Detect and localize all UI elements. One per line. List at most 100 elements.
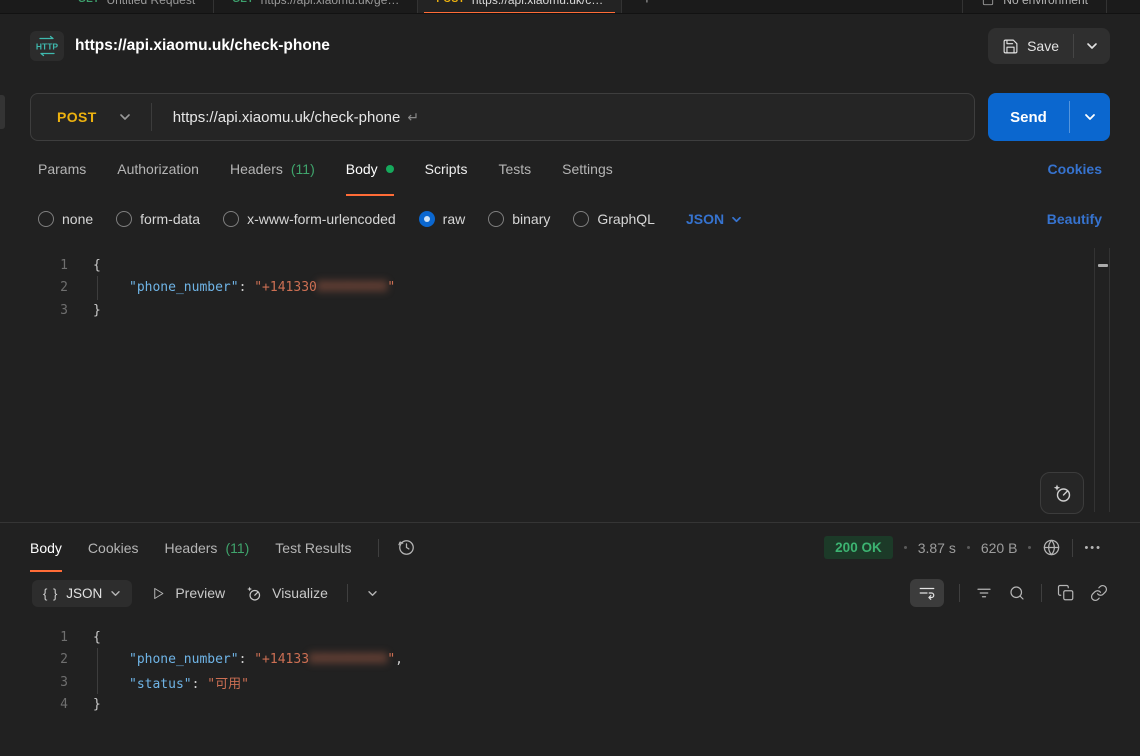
- code-line: 2 "phone_number": "+141330888888888": [0, 277, 1140, 300]
- indent-guide: [97, 670, 98, 694]
- code-line: 4 }: [0, 694, 1140, 717]
- line-number: 1: [0, 258, 68, 273]
- response-size[interactable]: 620 B: [981, 540, 1018, 556]
- response-format-value: JSON: [66, 586, 102, 601]
- code-line: 1 {: [0, 626, 1140, 649]
- json-key: "status": [129, 677, 192, 692]
- body-mode-row: none form-data x-www-form-urlencoded raw…: [0, 196, 1140, 242]
- network-info-button[interactable]: [1042, 538, 1061, 557]
- language-select[interactable]: JSON: [686, 211, 742, 227]
- visualize-options-button[interactable]: [367, 590, 378, 597]
- redacted-phone-digits: 8888888888: [309, 652, 387, 667]
- radio-none[interactable]: none: [38, 211, 93, 227]
- tab-settings[interactable]: Settings: [562, 141, 613, 196]
- response-tab-cookies[interactable]: Cookies: [88, 523, 139, 572]
- search-icon: [1008, 584, 1026, 602]
- send-button[interactable]: Send: [988, 93, 1069, 141]
- status-badge[interactable]: 200 OK: [824, 536, 893, 559]
- tab-params[interactable]: Params: [38, 141, 86, 196]
- method-badge: GET: [78, 0, 99, 5]
- code-line: 3 }: [0, 299, 1140, 322]
- search-button[interactable]: [1008, 584, 1026, 602]
- headers-count: (11): [291, 161, 315, 177]
- radio-graphql[interactable]: GraphQL: [573, 211, 655, 227]
- radio-circle: [116, 211, 132, 227]
- response-history-button[interactable]: [397, 538, 416, 557]
- chevron-down-icon: [119, 113, 131, 121]
- history-clock-icon: [397, 538, 416, 557]
- tab-tests[interactable]: Tests: [498, 141, 531, 196]
- request-tabs: Params Authorization Headers(11) Body Sc…: [0, 141, 1140, 196]
- response-tab-body[interactable]: Body: [30, 523, 62, 572]
- request-tab-3-active[interactable]: POST https://api.xiaomu.uk/c…: [418, 0, 622, 14]
- response-more-actions-button[interactable]: •••: [1084, 542, 1102, 554]
- url-input[interactable]: https://api.xiaomu.uk/check-phone↵: [152, 109, 419, 126]
- url-bar: POST https://api.xiaomu.uk/check-phone↵: [30, 93, 975, 141]
- editor-scrollbar[interactable]: [1094, 248, 1110, 512]
- preview-button[interactable]: Preview: [151, 585, 225, 601]
- request-tab-label: Untitled Request: [106, 0, 195, 7]
- send-options-button[interactable]: [1070, 93, 1110, 141]
- indent-guide: [97, 276, 98, 300]
- request-tab-label: https://api.xiaomu.uk/ge…: [261, 0, 400, 7]
- response-toolbar: { } JSON Preview Visualize: [0, 572, 1140, 614]
- request-tab-label: https://api.xiaomu.uk/c…: [472, 0, 603, 7]
- radio-circle: [573, 211, 589, 227]
- link-button[interactable]: [1090, 584, 1108, 602]
- tab-authorization[interactable]: Authorization: [117, 141, 199, 196]
- body-modified-dot: [386, 165, 394, 173]
- environment-box-icon: [981, 0, 995, 7]
- scrollbar-thumb[interactable]: [1098, 264, 1108, 267]
- wrap-text-icon: [918, 584, 936, 602]
- response-body-editor[interactable]: 1 { 2 "phone_number": "+141338888888888"…: [0, 614, 1140, 716]
- save-options-button[interactable]: [1074, 28, 1110, 64]
- braces-icon: { }: [43, 586, 58, 601]
- environment-selector[interactable]: No environment: [963, 0, 1106, 7]
- radio-circle: [419, 211, 435, 227]
- app-window: GET Untitled Request GET https://api.xia…: [0, 0, 1140, 756]
- sidebar-drag-handle[interactable]: [0, 95, 5, 129]
- line-number: 2: [0, 280, 68, 295]
- wrap-text-button-active[interactable]: [910, 579, 944, 607]
- cookies-link[interactable]: Cookies: [1048, 161, 1102, 177]
- save-button-group: Save: [988, 28, 1110, 64]
- save-button[interactable]: Save: [988, 28, 1073, 64]
- response-tab-headers[interactable]: Headers(11): [165, 523, 250, 572]
- new-tab-button[interactable]: +: [634, 0, 659, 9]
- response-tab-test-results[interactable]: Test Results: [275, 523, 351, 572]
- request-tab-1[interactable]: GET Untitled Request: [60, 0, 214, 14]
- tab-scripts[interactable]: Scripts: [425, 141, 468, 196]
- radio-binary[interactable]: binary: [488, 211, 550, 227]
- tab-body[interactable]: Body: [346, 141, 394, 196]
- radio-x-www-form-urlencoded[interactable]: x-www-form-urlencoded: [223, 211, 396, 227]
- json-value: "+141330: [254, 280, 317, 295]
- radio-circle: [488, 211, 504, 227]
- response-format-select[interactable]: { } JSON: [32, 580, 132, 607]
- tab-headers[interactable]: Headers(11): [230, 141, 315, 196]
- method-select[interactable]: POST: [31, 109, 151, 125]
- response-header: Body Cookies Headers(11) Test Results 20…: [0, 523, 1140, 572]
- radio-raw-selected[interactable]: raw: [419, 211, 466, 227]
- chevron-down-icon: [110, 590, 121, 597]
- url-value: https://api.xiaomu.uk/check-phone: [173, 109, 401, 126]
- request-body-editor[interactable]: 1 { 2 "phone_number": "+141330888888888"…: [0, 242, 1140, 523]
- response-headers-count: (11): [225, 540, 249, 556]
- response-time[interactable]: 3.87 s: [918, 540, 956, 556]
- postbot-button[interactable]: [1040, 472, 1084, 514]
- radio-circle: [38, 211, 54, 227]
- line-number: 3: [0, 675, 68, 690]
- filter-icon: [975, 584, 993, 602]
- copy-response-button[interactable]: [1057, 584, 1075, 602]
- save-button-label: Save: [1027, 38, 1059, 54]
- chevron-down-icon: [1086, 42, 1098, 50]
- radio-form-data[interactable]: form-data: [116, 211, 200, 227]
- workspace-tab-bar: GET Untitled Request GET https://api.xia…: [0, 0, 1140, 14]
- chevron-down-icon: [731, 216, 742, 223]
- request-tab-2[interactable]: GET https://api.xiaomu.uk/ge…: [214, 0, 418, 14]
- filter-button[interactable]: [975, 584, 993, 602]
- visualize-button[interactable]: Visualize: [244, 584, 328, 603]
- beautify-link[interactable]: Beautify: [1047, 211, 1102, 227]
- json-key: "phone_number": [129, 652, 239, 667]
- code-line: 2 "phone_number": "+141338888888888",: [0, 649, 1140, 672]
- method-badge: POST: [436, 0, 464, 5]
